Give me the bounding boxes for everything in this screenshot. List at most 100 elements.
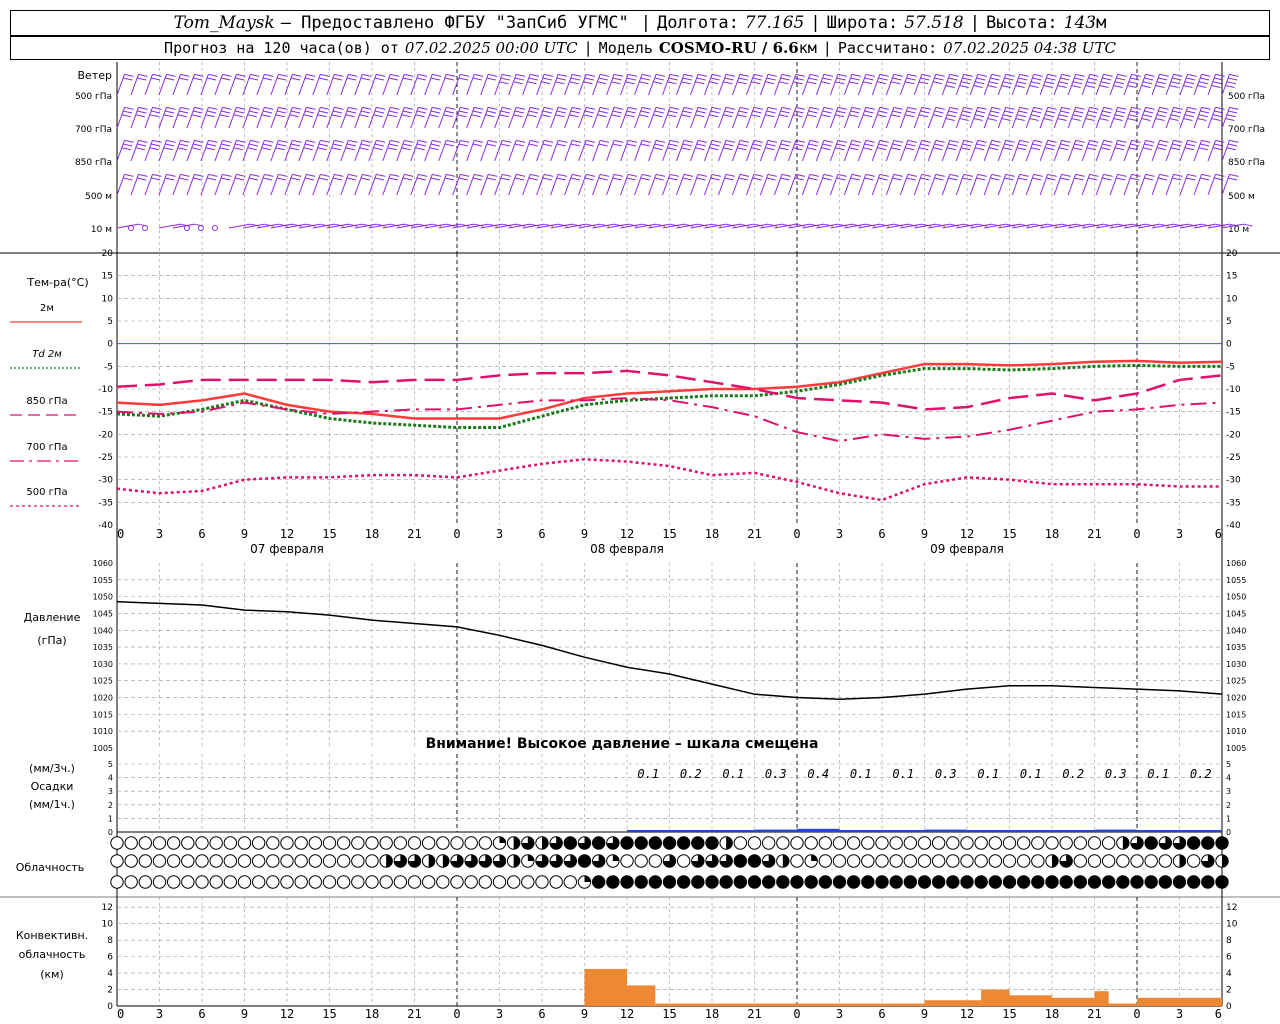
wind-barb-feather bbox=[878, 177, 888, 181]
wind-barb-feather bbox=[387, 147, 397, 151]
cloud-cover-symbol bbox=[634, 854, 648, 868]
wind-barb-feather bbox=[192, 77, 203, 81]
wind-barb-feather bbox=[655, 106, 666, 110]
wind-barb-feather bbox=[1075, 173, 1085, 177]
cloud-cover-symbol bbox=[889, 854, 903, 868]
convective-bar bbox=[627, 985, 656, 1006]
wind-barb-feather bbox=[991, 73, 1001, 77]
wind-barb-feather bbox=[962, 77, 972, 81]
wind-barb bbox=[773, 74, 783, 96]
wind-barb bbox=[662, 74, 671, 96]
cloud-cover-symbol bbox=[181, 875, 195, 889]
wind-barb-feather bbox=[206, 143, 217, 147]
wind-barb-feather bbox=[737, 147, 747, 151]
wind-barb-feather bbox=[893, 139, 903, 143]
wind-barb-feather bbox=[304, 77, 315, 81]
wind-barb-feather bbox=[219, 114, 229, 118]
wind-barb-feather bbox=[878, 77, 888, 81]
hour-tick-label: 18 bbox=[1045, 527, 1059, 541]
wind-barb bbox=[522, 107, 531, 129]
wind-barb bbox=[270, 107, 279, 129]
wind-barb-feather bbox=[474, 139, 484, 143]
wind-barb bbox=[340, 74, 349, 96]
wind-barb-feather bbox=[220, 110, 231, 114]
wind-barb-feather bbox=[138, 139, 148, 143]
wind-barb bbox=[312, 74, 321, 96]
wind-barb-feather bbox=[1215, 106, 1225, 110]
wind-barb-feather bbox=[1103, 106, 1113, 110]
cloud-cover-symbol bbox=[917, 836, 932, 850]
wind-barb-feather bbox=[751, 114, 761, 118]
cloud-cover-symbol bbox=[931, 875, 946, 889]
cloud-cover-symbol bbox=[308, 875, 323, 889]
cloud-cover-symbol bbox=[336, 836, 351, 850]
wind-barb-feather bbox=[303, 114, 313, 118]
wind-barb-feather bbox=[542, 77, 552, 81]
wind-barb-feather bbox=[530, 106, 540, 110]
wind-barb bbox=[871, 174, 881, 196]
wind-barb-feather bbox=[430, 77, 441, 81]
precip-tick-label: 5 bbox=[1226, 760, 1231, 769]
wind-barb-feather bbox=[306, 173, 316, 177]
wind-barb-feather bbox=[851, 73, 861, 77]
wind-barb-feather bbox=[404, 106, 414, 110]
wind-level-label: 700 гПа bbox=[1228, 125, 1265, 135]
wind-barb-feather bbox=[711, 73, 722, 77]
wind-barb bbox=[382, 74, 391, 96]
wind-barb bbox=[228, 107, 237, 129]
wind-barb-feather bbox=[1130, 143, 1140, 147]
wind-barb bbox=[480, 74, 489, 96]
wind-barb-feather bbox=[1172, 110, 1182, 114]
wind-barb-feather bbox=[205, 147, 215, 151]
wind-barb bbox=[592, 74, 601, 96]
wind-barb bbox=[564, 140, 573, 162]
wind-barb-feather bbox=[332, 77, 343, 81]
wind-barb-feather bbox=[1116, 143, 1126, 147]
conv-tick-label: 12 bbox=[1226, 903, 1237, 913]
wind-barb-feather bbox=[514, 177, 524, 181]
wind-barb-feather bbox=[823, 173, 834, 177]
wind-barb-feather bbox=[725, 73, 736, 77]
temp-legend-label: 850 гПа bbox=[26, 396, 67, 407]
wind-barb bbox=[1165, 140, 1175, 162]
cloud-cover-symbol bbox=[336, 854, 351, 868]
wind-barb-feather bbox=[1186, 143, 1196, 147]
precip-tick-label: 0 bbox=[108, 828, 113, 837]
wind-barb bbox=[927, 140, 937, 162]
wind-barb bbox=[1207, 107, 1217, 129]
wind-barb bbox=[172, 107, 181, 129]
wind-level-label: 500 м bbox=[85, 192, 112, 202]
hour-tick-label: 0 bbox=[793, 527, 800, 541]
wind-barb-feather bbox=[695, 114, 705, 118]
cloud-cover-symbol bbox=[336, 875, 351, 889]
wind-barb-feather bbox=[124, 73, 134, 77]
hour-tick-label: 12 bbox=[620, 527, 634, 541]
wind-barb-feather bbox=[1044, 81, 1055, 85]
cloud-cover-symbol bbox=[733, 836, 748, 850]
wind-barb-feather bbox=[278, 73, 288, 77]
wind-barb-feather bbox=[516, 106, 526, 110]
wind-barb-feather bbox=[290, 143, 301, 147]
wind-barb-feather bbox=[346, 143, 357, 147]
wind-barb-feather bbox=[877, 114, 887, 118]
wind-barb-feather bbox=[821, 114, 831, 118]
wind-barb bbox=[1165, 107, 1175, 129]
hour-tick-label: 9 bbox=[921, 527, 928, 541]
wind-barb-feather bbox=[1159, 173, 1169, 177]
wind-barb bbox=[913, 107, 923, 129]
wind-barb-feather bbox=[697, 139, 708, 143]
wind-barb bbox=[508, 107, 517, 129]
wind-barb-feather bbox=[289, 114, 299, 118]
wind-barb-feather bbox=[486, 177, 496, 181]
wind-calm-mark bbox=[183, 225, 190, 231]
wind-barb-feather bbox=[528, 77, 538, 81]
wind-barb-feather bbox=[401, 147, 411, 151]
cloud-cover-symbol bbox=[790, 854, 804, 868]
wind-barb-feather bbox=[248, 143, 259, 147]
wind-barb-feather bbox=[808, 143, 818, 147]
wind-barb-feather bbox=[166, 173, 176, 177]
wind-barb-feather bbox=[1198, 114, 1208, 118]
conv-panel-unit: (км) bbox=[40, 968, 64, 981]
wind-barb-feather bbox=[1114, 114, 1125, 118]
wind-barb bbox=[172, 140, 181, 162]
